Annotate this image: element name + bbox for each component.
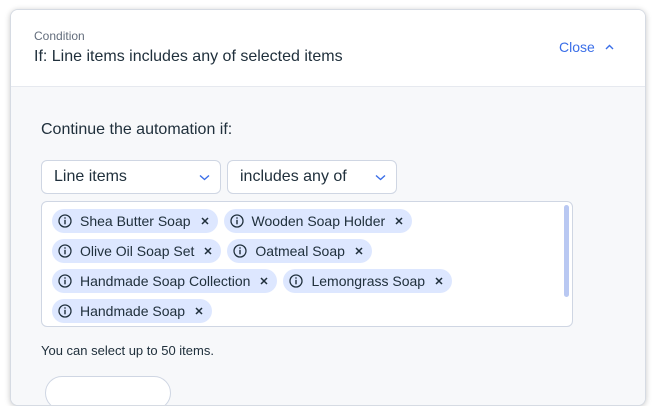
condition-title: If: Line items includes any of selected … <box>34 48 343 65</box>
field-select[interactable]: Line items <box>41 160 221 194</box>
item-tag-label: Olive Oil Soap Set <box>80 243 195 259</box>
tag-row: Handmade Soap Collection Lemongrass Soap <box>52 269 453 293</box>
add-items-button[interactable] <box>45 376 171 405</box>
item-tag: Olive Oil Soap Set <box>52 239 222 263</box>
selection-limit-hint: You can select up to 50 items. <box>41 343 214 358</box>
close-button[interactable]: Close <box>559 39 614 55</box>
item-tag: Oatmeal Soap <box>227 239 372 263</box>
item-tag-label: Wooden Soap Holder <box>251 213 386 229</box>
close-icon[interactable] <box>195 307 203 315</box>
item-tag-label: Oatmeal Soap <box>255 243 345 259</box>
selected-items-box[interactable]: Shea Butter Soap Wooden Soap Holder Oliv… <box>41 201 573 327</box>
condition-header: Condition If: Line items includes any of… <box>11 10 645 87</box>
info-icon[interactable] <box>233 244 248 258</box>
condition-eyebrow: Condition <box>34 29 85 43</box>
chevron-up-icon <box>605 44 614 50</box>
chevron-down-icon <box>375 174 386 181</box>
condition-body: Continue the automation if: Line items i… <box>11 87 645 405</box>
item-tag: Shea Butter Soap <box>52 209 218 233</box>
close-icon[interactable] <box>355 247 363 255</box>
operator-select-value: includes any of <box>240 168 347 185</box>
tag-row: Shea Butter Soap Wooden Soap Holder <box>52 209 413 233</box>
info-icon[interactable] <box>58 304 72 318</box>
close-icon[interactable] <box>395 217 403 225</box>
item-tag-label: Lemongrass Soap <box>311 273 426 289</box>
tag-row: Handmade Soap <box>52 299 213 323</box>
operator-select[interactable]: includes any of <box>227 160 397 194</box>
item-tag-label: Shea Butter Soap <box>80 213 191 229</box>
item-tag-label: Handmade Soap Collection <box>80 273 251 289</box>
item-tag: Handmade Soap <box>52 299 213 323</box>
condition-panel: Condition If: Line items includes any of… <box>10 9 646 406</box>
close-icon[interactable] <box>204 247 212 255</box>
close-icon[interactable] <box>435 277 443 285</box>
close-icon[interactable] <box>201 217 209 225</box>
info-icon[interactable] <box>58 274 72 288</box>
info-icon[interactable] <box>58 214 72 228</box>
chevron-down-icon <box>199 174 210 181</box>
field-select-value: Line items <box>54 168 127 185</box>
scrollbar[interactable] <box>564 205 569 297</box>
item-tag-label: Handmade Soap <box>80 303 186 319</box>
item-tag: Wooden Soap Holder <box>223 209 413 233</box>
section-label: Continue the automation if: <box>41 121 233 138</box>
info-icon[interactable] <box>229 214 244 228</box>
close-button-label: Close <box>559 39 595 55</box>
item-tag: Handmade Soap Collection <box>52 269 278 293</box>
tag-row: Olive Oil Soap Set Oatmeal Soap <box>52 239 372 263</box>
close-icon[interactable] <box>260 277 268 285</box>
info-icon[interactable] <box>289 274 304 288</box>
info-icon[interactable] <box>58 244 72 258</box>
item-tag: Lemongrass Soap <box>283 269 453 293</box>
